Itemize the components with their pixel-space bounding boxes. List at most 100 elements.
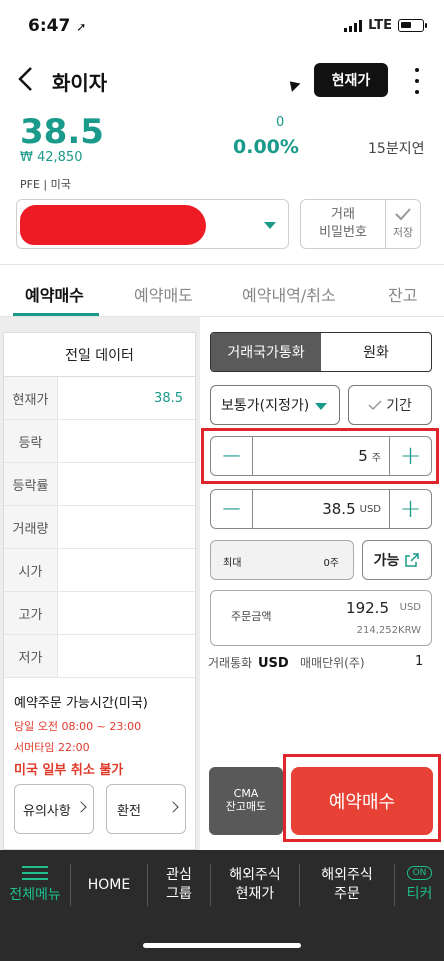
signal-icon [344,19,363,32]
delay-notice: 15분지연 [368,141,425,157]
row-label: 고가 [4,592,58,634]
row-label: 등락 [4,420,58,462]
row-label: 등락률 [4,463,58,505]
divider [0,264,444,265]
dropdown-arrow-icon [264,222,276,229]
nav-ticker-label: 티커 [406,886,433,902]
reserve-buy-button[interactable]: 예약매수 [291,767,433,835]
dropdown-arrow-icon [315,403,327,410]
price-change-pct: 0.00% [233,136,299,158]
period-label: 기간 [386,398,412,414]
external-link-icon [405,553,420,567]
stock-selector-triangle-icon[interactable] [285,77,301,92]
price-unit: USD [359,503,381,515]
home-indicator [143,943,301,948]
stock-name: 화이자 [52,71,108,95]
highlight-frame [201,428,439,484]
row-label: 저가 [4,635,58,677]
amount-value: 192.5 [346,599,389,617]
nav-favorites[interactable]: 관심 그룹 [148,850,210,920]
max-label: 최대 [223,558,242,569]
location-arrow-icon: ➚ [76,20,87,34]
ticker-market: PFE | 미국 [20,178,71,191]
save-password-toggle[interactable]: 저장 [386,199,421,249]
table-row: 거래량 [4,506,195,549]
save-label: 저장 [392,226,414,239]
row-value: 38.5 [154,390,183,406]
password-label-line1: 거래 [331,207,355,222]
price-number: 38.5 [322,500,356,518]
nav-price-line1: 해외주식 [229,867,281,883]
cma-label-line1: CMA [233,787,259,800]
nav-order-line2: 주문 [334,886,360,902]
password-label-line2: 비밀번호 [319,225,367,240]
info-heading: 예약주문 가능시간(미국) [14,696,148,711]
nav-overseas-price[interactable]: 해외주식 현재가 [211,850,299,920]
status-time: 6:47 ➚ [28,16,87,36]
redacted-account-number [20,205,206,245]
order-amount-box: 주문금액 192.5 USD 214,252KRW [210,590,432,646]
available-button[interactable]: 가능 [362,540,432,580]
current-price-button[interactable]: 현재가 [314,63,388,97]
menu-icon [22,865,48,880]
tab-balance[interactable]: 잔고 [388,282,417,306]
exchange-button[interactable]: 환전 [106,784,186,834]
nav-overseas-order[interactable]: 해외주식 주문 [300,850,394,920]
prev-day-title: 전일 데이터 [4,333,195,377]
price-minus-button[interactable]: − [211,490,253,528]
battery-icon [398,19,427,32]
tab-local-currency[interactable]: 거래국가통화 [211,333,321,371]
tab-reserve-buy[interactable]: 예약매수 [25,282,84,306]
max-quantity-box: 최대 0주 [210,540,354,580]
chevron-right-icon [75,801,87,813]
trade-password-field[interactable]: 거래 비밀번호 [300,199,386,249]
current-price: 38.5 [20,112,104,152]
table-row: 등락률 [4,463,195,506]
notice-label: 유의사항 [23,803,71,819]
nav-price-line2: 현재가 [235,886,275,902]
account-selector[interactable] [16,199,289,249]
order-type-label: 보통가(지정가) [221,398,310,414]
order-type-select[interactable]: 보통가(지정가) [210,385,340,425]
reservation-info: 예약주문 가능시간(미국) 당일 오전 08:00 ~ 23:00 서머타임 2… [3,678,196,850]
info-warning: 미국 일부 취소 불가 [14,763,124,778]
prev-day-table: 전일 데이터 현재가 38.5 등락 등락률 거래량 시가 고가 저가 [3,332,196,678]
info-summer-time: 서머타임 22:00 [14,741,90,754]
ticker-on-badge: ON [406,866,433,880]
tab-reserve-sell[interactable]: 예약매도 [134,282,193,306]
table-row: 현재가 38.5 [4,377,195,420]
row-label: 시가 [4,549,58,591]
nav-ticker[interactable]: ON 티커 [395,850,444,920]
price-plus-button[interactable]: + [389,490,431,528]
lot-size-value: 1 [415,654,424,669]
price-change: 0 [276,115,285,130]
currency-segment: 거래국가통화 원화 [210,332,432,372]
tab-krw[interactable]: 원화 [321,333,431,371]
krw-price: ₩ 42,850 [20,150,83,165]
lot-size-label: 매매단위(주) [300,656,365,670]
check-icon [395,208,411,221]
max-value: 0주 [323,558,339,569]
nav-menu-label: 전체메뉴 [9,886,61,903]
currency-value: USD [258,656,289,671]
tab-reserve-history[interactable]: 예약내역/취소 [242,282,336,306]
chevron-right-icon [167,801,179,813]
nav-menu[interactable]: 전체메뉴 [0,850,70,920]
exchange-label: 환전 [117,803,141,819]
trade-currency: 거래통화 USD [208,654,291,671]
row-label: 현재가 [4,377,58,419]
nav-order-line1: 해외주식 [321,867,373,883]
available-label: 가능 [373,553,400,569]
amount-krw: 214,252KRW [356,625,421,636]
row-label: 거래량 [4,506,58,548]
nav-home[interactable]: HOME [71,850,147,920]
cma-sell-button[interactable]: CMA 잔고매도 [209,767,283,835]
nav-home-label: HOME [87,876,131,893]
more-options-icon[interactable] [413,68,421,94]
currency-label: 거래통화 [208,656,253,670]
notice-button[interactable]: 유의사항 [14,784,94,834]
table-row: 등락 [4,420,195,463]
back-arrow-icon[interactable] [16,66,38,92]
period-button[interactable]: 기간 [348,385,432,425]
price-value[interactable]: 38.5 USD [322,490,381,528]
